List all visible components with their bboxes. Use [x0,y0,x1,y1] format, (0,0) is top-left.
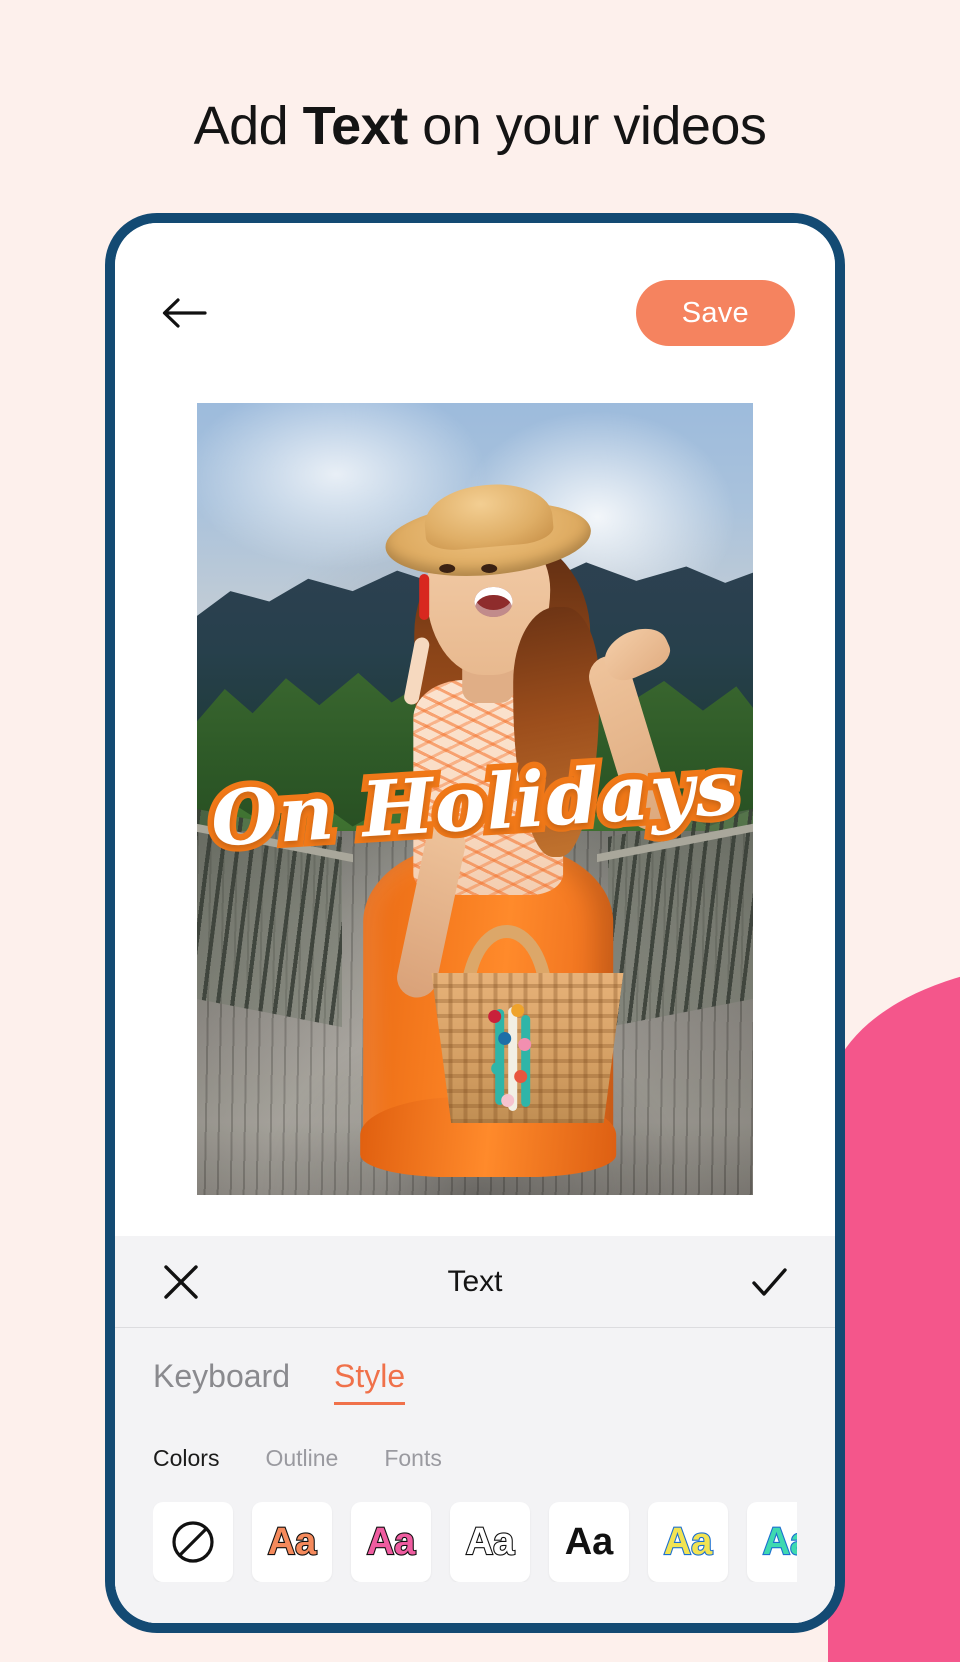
video-canvas[interactable]: On Holidays [197,403,753,1195]
bag-pompom-4 [517,1038,531,1051]
bag-tassel-3 [521,1015,531,1107]
swatch-glyph: Aa [465,1519,516,1563]
subtab-outline[interactable]: Outline [265,1445,338,1472]
mode-tab-list: Keyboard Style [153,1358,797,1405]
headline-prefix: Add [193,96,303,156]
no-style-icon [172,1521,214,1563]
swatch-yellow-blue-outline[interactable]: Aa [648,1502,728,1582]
tab-keyboard[interactable]: Keyboard [153,1358,290,1402]
red-tassel-earring [419,574,430,620]
eye-right [481,564,498,573]
tab-style[interactable]: Style [333,1358,406,1405]
editor-toolbar: Text [115,1236,835,1328]
style-swatch-list: AaAaAaAaAaAaAa [153,1502,797,1582]
app-header: Save [115,223,835,403]
close-x-icon[interactable] [161,1262,201,1302]
bag-tassel-1 [494,1009,504,1105]
swatch-no-style[interactable] [153,1502,233,1582]
decorative-pink-shape [828,962,960,1662]
headline-suffix: on your videos [407,96,767,156]
swatch-teal-blue-outline[interactable]: Aa [747,1502,797,1582]
mouth [474,587,513,617]
swatch-solid-black[interactable]: Aa [549,1502,629,1582]
phone-mockup: Save On Holidays Text Keyboard Style Col… [105,213,845,1633]
headline-emphasis: Text [302,96,409,156]
swatch-glyph: Aa [267,1519,318,1563]
save-button[interactable]: Save [635,280,795,346]
swatch-pink-black-outline[interactable]: Aa [351,1502,431,1582]
bag-pompom-3 [498,1032,512,1045]
bag-pompom-2 [511,1004,525,1017]
eye-left [439,564,456,573]
subtab-fonts[interactable]: Fonts [384,1445,442,1472]
bag-pompom-1 [488,1010,502,1023]
style-panel: Keyboard Style Colors Outline Fonts Aa Aa… [115,1328,835,1623]
checkmark-icon[interactable] [749,1262,789,1302]
swatch-glyph: Aa [762,1519,797,1563]
swatch-white-black-outline[interactable]: Aa [450,1502,530,1582]
editor-title: Text [447,1264,503,1298]
swatch-glyph: Aa [564,1520,614,1563]
swatch-glyph: Aa [366,1519,417,1563]
straw-hat-crown [421,479,555,553]
back-arrow-icon[interactable] [161,296,207,330]
swatch-glyph: Aa [663,1519,714,1563]
page-title: Add Text on your videos [0,95,960,157]
swatch-orange-black-outline[interactable]: Aa [252,1502,332,1582]
app-screen: Save On Holidays Text Keyboard Style Col… [115,223,835,1623]
sub-tab-list: Colors Outline Fonts [153,1445,797,1472]
preview-area: On Holidays [115,403,835,1236]
subtab-colors[interactable]: Colors [153,1445,219,1472]
